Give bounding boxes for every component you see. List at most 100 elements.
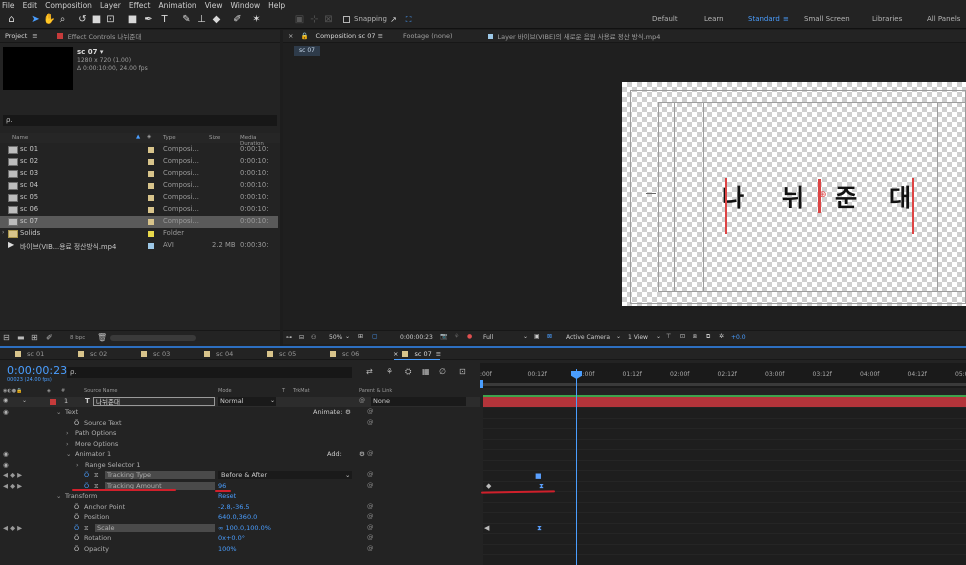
property-value[interactable]: 640.0,360.0 xyxy=(218,513,257,521)
project-item[interactable]: › Solids Folder xyxy=(0,228,278,240)
region-of-interest-icon[interactable]: ▣ xyxy=(534,333,540,340)
property-visibility-icon[interactable]: ◉ xyxy=(3,461,9,469)
tab-effect-controls[interactable]: Effect Controls 나뉘준대 xyxy=(63,31,147,41)
workspace-libraries[interactable]: Libraries xyxy=(872,15,902,23)
zoom-dropdown[interactable]: 50% xyxy=(329,334,342,341)
expression-pickwhip-icon[interactable]: @ xyxy=(367,523,374,531)
camera-chevron-icon[interactable]: ⌄ xyxy=(616,333,621,340)
new-folder-icon[interactable]: ▬ xyxy=(17,333,25,342)
timeline-tab-sc-02[interactable]: sc 02 xyxy=(78,350,107,358)
lock-icon[interactable]: 🔒 xyxy=(298,32,310,40)
scale-keyframe-start[interactable]: ◀ xyxy=(484,524,489,532)
time-ruler[interactable]: :00f 00:12f 01:00f 01:12f 02:00f 02:12f 03:00f… xyxy=(480,363,966,388)
grid-options-icon[interactable]: ⊞ xyxy=(358,333,363,340)
axis-view-icon[interactable]: ⊠ xyxy=(323,13,334,26)
type-tool-icon[interactable]: T xyxy=(159,13,170,26)
project-item-label[interactable] xyxy=(148,195,154,201)
stopwatch-icon[interactable]: Ö xyxy=(74,534,79,542)
frame-blending-icon[interactable]: ▦ xyxy=(422,367,430,376)
blend-mode-dropdown[interactable]: Normal xyxy=(218,397,276,406)
layer-name-field[interactable]: 나뉘준대 xyxy=(93,397,215,406)
property-value[interactable]: -2.8,-36.5 xyxy=(218,503,250,511)
property-row-tracking-type[interactable]: ◀ ◆ ▶ Ö ⧖ Tracking Type Before & After ⌄ @ xyxy=(0,470,480,482)
stopwatch-icon[interactable]: Ö xyxy=(74,419,79,427)
property-row-path-options[interactable]: › Path Options xyxy=(0,429,480,440)
shape-tool-icon[interactable]: ■ xyxy=(127,13,138,26)
property-row-more-options[interactable]: › More Options xyxy=(0,440,480,451)
expand-chevron-icon[interactable]: ⌄ xyxy=(66,450,71,458)
project-item[interactable]: sc 01 Composi... 0:00:10: xyxy=(0,144,278,156)
mode-header[interactable]: Mode xyxy=(218,388,232,394)
draft-3d-icon[interactable]: ⚘ xyxy=(386,367,393,376)
workspace-all-panels[interactable]: All Panels xyxy=(927,15,960,23)
shy-icon[interactable]: ⛭ xyxy=(405,367,411,377)
property-row-rotation[interactable]: Ö Rotation 0x+0.0° @ xyxy=(0,533,480,545)
parent-link-header[interactable]: Parent & Link xyxy=(359,388,392,394)
layer-expand-icon[interactable]: ⌄ xyxy=(22,397,27,404)
snapping-checkbox[interactable] xyxy=(343,16,350,23)
show-snapshot-icon[interactable]: ⚘ xyxy=(454,333,459,340)
property-row-text[interactable]: ◉ ⌄ Text Animate: ⚙ @ xyxy=(0,407,480,419)
tracking-type-keyframe[interactable]: ■ xyxy=(535,472,542,480)
label-header-icon[interactable]: ◈ xyxy=(47,388,51,394)
blend-mode-chevron-icon[interactable]: ⌄ xyxy=(270,397,275,404)
expand-chevron-icon[interactable]: ⌄ xyxy=(56,492,61,500)
timeline-tab-sc-05[interactable]: sc 05 xyxy=(267,350,296,358)
timeline-tab-sc-01[interactable]: sc 01 xyxy=(15,350,44,358)
roto-brush-tool-icon[interactable]: ✐ xyxy=(232,13,243,26)
parent-dropdown[interactable]: None xyxy=(371,397,466,406)
selection-tool-icon[interactable]: ➤ xyxy=(30,13,41,26)
timeline-icon[interactable]: ⧈ xyxy=(693,333,697,341)
motion-blur-icon[interactable]: ∅ xyxy=(439,367,446,376)
property-value[interactable]: 0x+0.0° xyxy=(218,534,245,542)
expression-pickwhip-icon[interactable]: @ xyxy=(367,481,374,489)
project-search-input[interactable]: ρ. xyxy=(3,115,277,126)
expression-pickwhip-icon[interactable]: @ xyxy=(367,502,374,510)
workspace-learn[interactable]: Learn xyxy=(704,15,724,23)
expression-pickwhip-icon[interactable]: @ xyxy=(367,544,374,552)
project-settings-icon[interactable]: ✐ xyxy=(46,333,53,342)
timeline-tab-sc-03[interactable]: sc 03 xyxy=(141,350,170,358)
workspace-menu-icon[interactable]: ≡ xyxy=(783,15,789,23)
tracking-amount-keyframe-start[interactable]: ◆ xyxy=(486,482,491,490)
snap-expand-icon[interactable]: ↗ xyxy=(388,13,399,26)
project-menu-icon[interactable]: ≡ xyxy=(32,32,42,40)
trash-icon[interactable]: 🗑 xyxy=(97,333,107,342)
project-item-label[interactable] xyxy=(148,171,154,177)
parent-pickwhip-icon[interactable]: @ xyxy=(359,397,365,404)
new-comp-icon[interactable]: ⊞ xyxy=(31,333,38,342)
close-icon[interactable]: × xyxy=(283,32,298,40)
workspace-default[interactable]: Default xyxy=(652,15,678,23)
keyframe-navigator-icon[interactable]: ◀ ◆ ▶ xyxy=(3,524,22,532)
timeline-tab-sc-07[interactable]: × sc 07 ≡ xyxy=(393,350,441,358)
source-name-header[interactable]: Source Name xyxy=(84,388,118,394)
column-type[interactable]: Type xyxy=(163,135,176,141)
comp-flowchart-icon[interactable]: ⇄ xyxy=(366,367,373,376)
av-features-icon[interactable]: ◉◐●🔒 xyxy=(3,388,22,394)
layer-visibility-icon[interactable]: ◉ xyxy=(3,397,8,404)
tracking-type-dropdown[interactable]: Before & After xyxy=(218,471,352,479)
clone-stamp-tool-icon[interactable]: ⊥ xyxy=(196,13,207,26)
hand-tool-icon[interactable]: ✋ xyxy=(43,13,55,26)
view-chevron-icon[interactable]: ⌄ xyxy=(656,333,661,340)
workspace-standard[interactable]: Standard xyxy=(748,15,780,23)
tab-project[interactable]: Project xyxy=(0,32,32,40)
pen-tool-icon[interactable]: ✒ xyxy=(143,13,154,26)
view-layout-dropdown[interactable]: 1 View xyxy=(628,334,648,341)
project-item[interactable]: sc 06 Composi... 0:00:10: xyxy=(0,204,278,216)
graph-editor-icon[interactable]: ⊡ xyxy=(459,367,466,376)
column-name[interactable]: Name xyxy=(12,135,28,141)
layer-duration-bar[interactable] xyxy=(483,397,966,407)
project-scrollbar[interactable] xyxy=(110,335,196,341)
property-row-range-selector-1[interactable]: ◉ › Range Selector 1 xyxy=(0,461,480,472)
expression-pickwhip-icon[interactable]: @ xyxy=(367,533,374,541)
resolution-chevron-icon[interactable]: ⌄ xyxy=(523,333,528,340)
project-item-label[interactable] xyxy=(148,147,154,153)
property-visibility-icon[interactable]: ◉ xyxy=(3,408,9,416)
expression-pickwhip-icon[interactable]: @ xyxy=(367,418,374,426)
mask-visibility-icon[interactable]: ⚇ xyxy=(311,334,316,341)
menu-effect[interactable]: Effect xyxy=(129,1,151,10)
puppet-tool-icon[interactable]: ✶ xyxy=(251,13,262,26)
exposure-value[interactable]: +0.0 xyxy=(731,334,746,341)
menu-window[interactable]: Window xyxy=(231,1,261,10)
